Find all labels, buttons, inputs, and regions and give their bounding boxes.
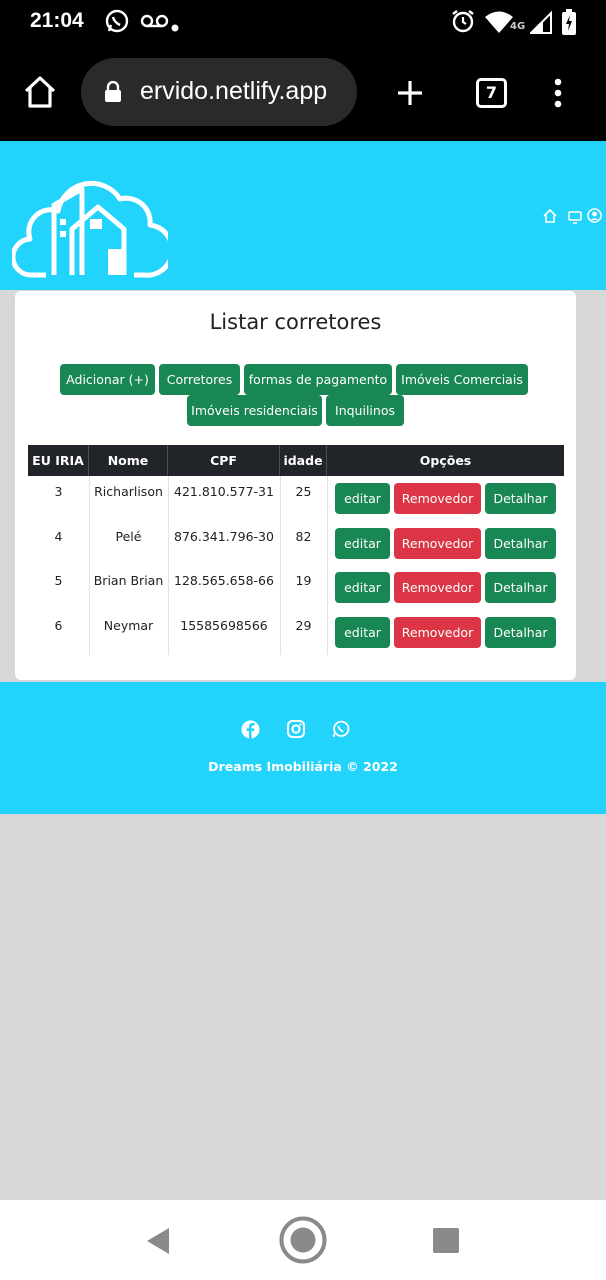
cell-id: 4 — [54, 529, 63, 544]
edit-button[interactable]: editar — [335, 483, 390, 514]
commercial-properties-button[interactable]: Imóveis Comerciais — [396, 364, 528, 395]
edit-button[interactable]: editar — [335, 572, 390, 603]
header-id: EU IRIA — [28, 445, 89, 476]
status-bar: 21:04 4G — [0, 0, 606, 44]
page-title: Listar corretores — [209, 310, 382, 334]
site-footer: Dreams Imobiliária © 2022 — [0, 682, 606, 814]
site-header — [0, 141, 606, 290]
tab-count-button[interactable]: 7 — [476, 78, 507, 108]
cell-age: 25 — [295, 484, 312, 499]
remove-button[interactable]: Removedor — [394, 572, 481, 603]
recents-icon[interactable] — [433, 1228, 459, 1257]
network-type: 4G — [510, 21, 526, 32]
home-icon[interactable] — [543, 208, 557, 227]
user-icon[interactable] — [587, 208, 602, 227]
cell-name: Brian Brian — [93, 573, 164, 588]
header-options: Opções — [419, 453, 472, 468]
url-text: ervido.netlify.app — [140, 77, 328, 105]
lock-icon — [104, 80, 122, 107]
notification-dot-icon — [171, 17, 179, 36]
alarm-icon — [450, 8, 476, 38]
browser-toolbar: ervido.netlify.app 7 — [0, 44, 606, 141]
cell-name: Pelé — [115, 529, 142, 544]
footer-copyright: Dreams Imobiliária © 2022 — [208, 759, 398, 774]
cell-id: 5 — [54, 573, 63, 588]
edit-button[interactable]: editar — [335, 528, 390, 559]
payment-methods-button[interactable]: formas de pagamento — [244, 364, 392, 395]
new-tab-icon[interactable] — [396, 79, 424, 111]
cell-name: Neymar — [103, 618, 154, 633]
table-header: EU IRIA Nome CPF idade Opções — [28, 445, 564, 476]
detail-button[interactable]: Detalhar — [485, 617, 556, 648]
menu-dots-icon[interactable] — [552, 78, 564, 112]
tenants-button[interactable]: Inquilinos — [326, 395, 404, 426]
whatsapp-icon — [104, 8, 130, 38]
battery-icon — [562, 9, 576, 39]
remove-button[interactable]: Removedor — [394, 528, 481, 559]
whatsapp-icon[interactable] — [332, 720, 350, 742]
instagram-icon[interactable] — [287, 720, 305, 742]
cell-cpf: 421.810.577-31 — [174, 484, 274, 499]
main-card: Listar corretores Adicionar (+) Corretor… — [15, 291, 576, 680]
header-cpf: CPF — [168, 445, 280, 476]
cell-age: 19 — [295, 573, 312, 588]
detail-button[interactable]: Detalhar — [485, 572, 556, 603]
brokers-button[interactable]: Corretores — [159, 364, 240, 395]
edit-button[interactable]: editar — [335, 617, 390, 648]
column-divider — [327, 476, 328, 655]
address-bar[interactable]: ervido.netlify.app — [81, 58, 357, 126]
back-icon[interactable] — [146, 1227, 170, 1259]
cell-cpf: 876.341.796-30 — [174, 529, 274, 544]
remove-button[interactable]: Removedor — [394, 617, 481, 648]
add-button[interactable]: Adicionar (+) — [60, 364, 155, 395]
residential-properties-button[interactable]: Imóveis residenciais — [187, 395, 322, 426]
header-name: Nome — [89, 445, 168, 476]
status-time: 21:04 — [30, 9, 84, 32]
detail-button[interactable]: Detalhar — [485, 483, 556, 514]
signal-icon — [528, 10, 552, 38]
header-age: idade — [280, 445, 327, 476]
monitor-icon[interactable] — [568, 209, 582, 228]
home-button-icon[interactable] — [279, 1216, 327, 1268]
cell-id: 6 — [54, 618, 63, 633]
logo-icon[interactable] — [10, 161, 175, 283]
remove-button[interactable]: Removedor — [394, 483, 481, 514]
voicemail-icon — [140, 12, 170, 34]
cell-age: 82 — [295, 529, 312, 544]
facebook-icon[interactable] — [241, 720, 260, 743]
cell-cpf: 15585698566 — [180, 618, 268, 633]
cell-cpf: 128.565.658-66 — [174, 573, 274, 588]
home-icon[interactable] — [22, 75, 58, 113]
system-nav-bar — [0, 1200, 606, 1280]
cell-age: 29 — [295, 618, 312, 633]
cell-name: Richarlison — [94, 484, 163, 499]
detail-button[interactable]: Detalhar — [485, 528, 556, 559]
cell-id: 3 — [54, 484, 63, 499]
